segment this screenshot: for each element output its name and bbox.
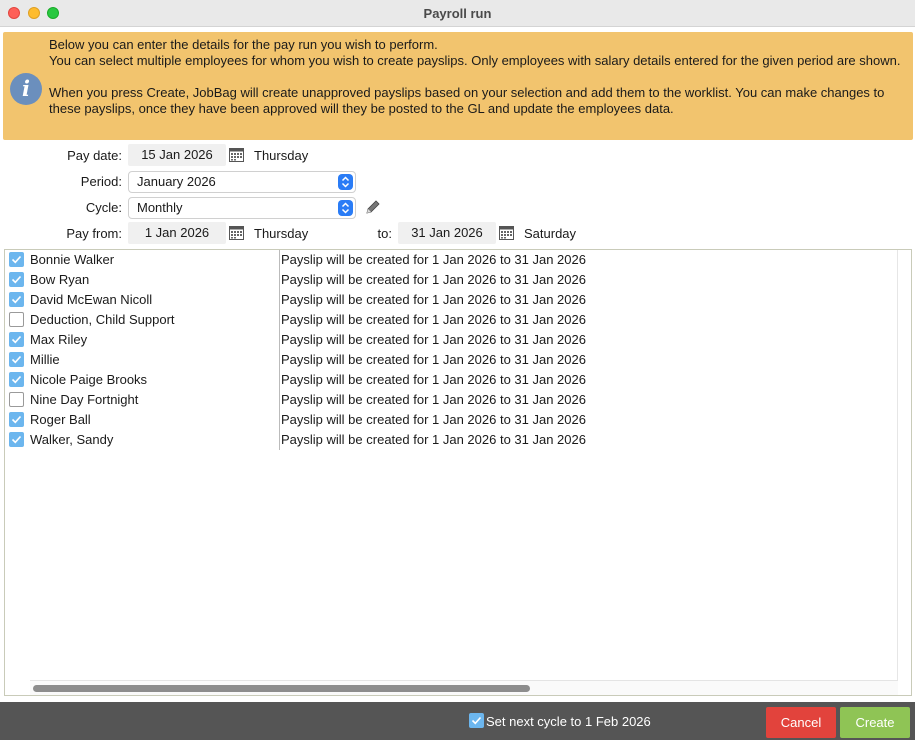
employee-name: David McEwan Nicoll <box>30 292 153 307</box>
create-button[interactable]: Create <box>840 707 910 738</box>
period-select-arrows-icon <box>338 174 353 190</box>
footer-bar: Set next cycle to 1 Feb 2026 Cancel Crea… <box>0 702 915 740</box>
employee-name: Bow Ryan <box>30 272 90 287</box>
employee-checkbox[interactable] <box>9 292 24 307</box>
horizontal-scroll-thumb[interactable] <box>33 685 530 692</box>
employee-checkbox[interactable] <box>9 352 24 367</box>
employee-name: Roger Ball <box>30 412 91 427</box>
edit-cycle-pencil-icon[interactable] <box>365 199 381 215</box>
employee-checkbox[interactable] <box>9 272 24 287</box>
next-cycle-label: Set next cycle to 1 Feb 2026 <box>486 714 651 729</box>
next-cycle-checkbox[interactable] <box>469 713 484 728</box>
pay-from-day: Thursday <box>254 226 309 241</box>
employee-list[interactable]: Bonnie Walker Payslip will be created for… <box>4 249 912 696</box>
cycle-select[interactable]: Monthly <box>128 197 356 219</box>
employee-row[interactable]: Bonnie Walker Payslip will be created for… <box>5 250 605 270</box>
employee-payslip-status: Payslip will be created for 1 Jan 2026 t… <box>281 352 586 367</box>
employee-checkbox[interactable] <box>9 252 24 267</box>
employee-payslip-status: Payslip will be created for 1 Jan 2026 t… <box>281 372 586 387</box>
pay-from-field[interactable]: 1 Jan 2026 <box>128 222 226 244</box>
employee-name: Nine Day Fortnight <box>30 392 139 407</box>
window-title: Payroll run <box>423 6 492 21</box>
employee-checkbox[interactable] <box>9 432 24 447</box>
employee-payslip-status: Payslip will be created for 1 Jan 2026 t… <box>281 312 586 327</box>
pay-to-field[interactable]: 31 Jan 2026 <box>398 222 496 244</box>
employee-row[interactable]: David McEwan Nicoll Payslip will be creat… <box>5 290 605 310</box>
employee-checkbox[interactable] <box>9 412 24 427</box>
pay-to-day: Saturday <box>524 226 577 241</box>
period-value: January 2026 <box>137 174 216 189</box>
info-paragraph-2: You can select multiple employees for wh… <box>49 53 901 68</box>
employee-row[interactable]: Bow Ryan Payslip will be created for 1 Ja… <box>5 270 605 290</box>
employee-name: Millie <box>30 352 60 367</box>
employee-row[interactable]: Deduction, Child Support Payslip will be … <box>5 310 605 330</box>
employee-row[interactable]: Max Riley Payslip will be created for 1 J… <box>5 330 605 350</box>
employee-payslip-status: Payslip will be created for 1 Jan 2026 t… <box>281 432 586 447</box>
horizontal-scrollbar[interactable] <box>30 680 898 695</box>
period-label: Period: <box>80 174 122 189</box>
info-icon: i <box>10 73 42 105</box>
pay-to-calendar-icon[interactable] <box>499 226 514 240</box>
employee-payslip-status: Payslip will be created for 1 Jan 2026 t… <box>281 392 586 407</box>
pay-to-label: to: <box>377 226 392 241</box>
employee-payslip-status: Payslip will be created for 1 Jan 2026 t… <box>281 292 586 307</box>
employee-row[interactable]: Roger Ball Payslip will be created for 1 … <box>5 410 605 430</box>
employee-checkbox[interactable] <box>9 372 24 387</box>
vertical-scroll-track[interactable] <box>897 250 898 680</box>
pay-date-day: Thursday <box>254 148 309 163</box>
employee-row[interactable]: Walker, Sandy Payslip will be created for… <box>5 430 605 450</box>
cancel-button[interactable]: Cancel <box>766 707 836 738</box>
employee-name: Deduction, Child Support <box>30 312 175 327</box>
info-banner: i Below you can enter the details for th… <box>3 32 913 140</box>
employee-payslip-status: Payslip will be created for 1 Jan 2026 t… <box>281 332 586 347</box>
info-text: Below you can enter the details for the … <box>49 37 909 117</box>
employee-checkbox[interactable] <box>9 312 24 327</box>
dialog-content: i Below you can enter the details for th… <box>0 27 915 702</box>
employee-payslip-status: Payslip will be created for 1 Jan 2026 t… <box>281 272 586 287</box>
info-paragraph-1: Below you can enter the details for the … <box>49 37 438 52</box>
cycle-label: Cycle: <box>85 200 122 215</box>
employee-row[interactable]: Millie Payslip will be created for 1 Jan … <box>5 350 605 370</box>
info-paragraph-3: When you press Create, JobBag will creat… <box>49 85 885 116</box>
employee-checkbox[interactable] <box>9 392 24 407</box>
pay-from-label: Pay from: <box>66 226 122 241</box>
employee-name: Max Riley <box>30 332 88 347</box>
pay-date-calendar-icon[interactable] <box>229 148 244 162</box>
title-bar: Payroll run <box>0 0 915 27</box>
employee-payslip-status: Payslip will be created for 1 Jan 2026 t… <box>281 412 586 427</box>
period-select[interactable]: January 2026 <box>128 171 356 193</box>
employee-checkbox[interactable] <box>9 332 24 347</box>
employee-payslip-status: Payslip will be created for 1 Jan 2026 t… <box>281 252 586 267</box>
cycle-select-arrows-icon <box>338 200 353 216</box>
employee-row[interactable]: Nicole Paige Brooks Payslip will be creat… <box>5 370 605 390</box>
pay-date-field[interactable]: 15 Jan 2026 <box>128 144 226 166</box>
pay-from-calendar-icon[interactable] <box>229 226 244 240</box>
employee-row[interactable]: Nine Day Fortnight Payslip will be create… <box>5 390 605 410</box>
employee-name: Nicole Paige Brooks <box>30 372 148 387</box>
cycle-value: Monthly <box>137 200 183 215</box>
pay-date-label: Pay date: <box>67 148 122 163</box>
employee-name: Bonnie Walker <box>30 252 115 267</box>
employee-name: Walker, Sandy <box>30 432 114 447</box>
